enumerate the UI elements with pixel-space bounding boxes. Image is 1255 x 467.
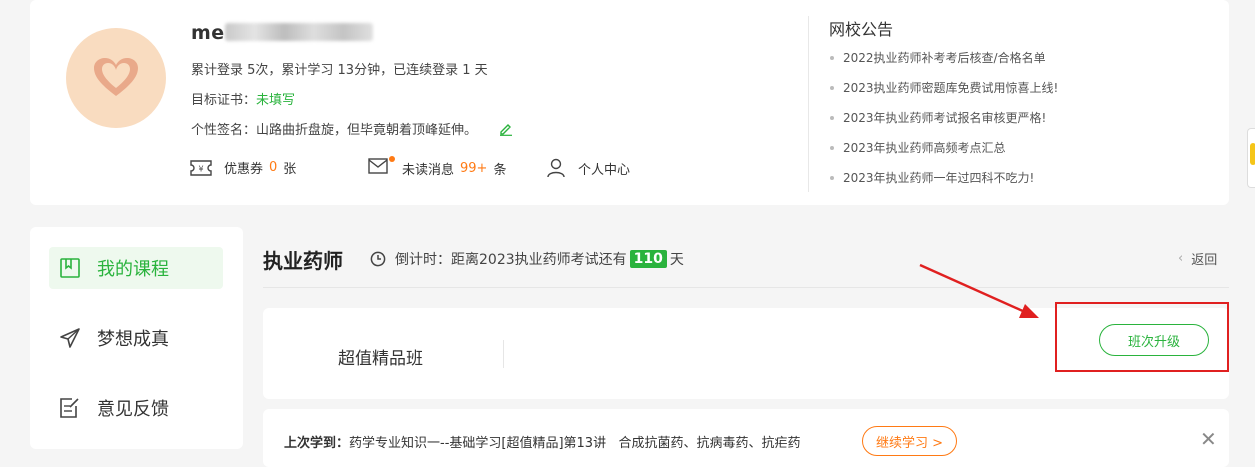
center-label: 个人中心 — [578, 162, 631, 178]
username-blurred — [224, 23, 373, 41]
signature: 个性签名：山路曲折盘旋，但毕竟朝着顶峰延伸。 — [191, 119, 513, 138]
clock-icon — [370, 251, 386, 267]
coupon-unit: 张 — [283, 162, 297, 177]
paper-plane-icon — [60, 328, 80, 348]
side-float-widget[interactable] — [1247, 128, 1255, 188]
msg-unit: 条 — [493, 162, 507, 178]
annotation-highlight-box — [1055, 302, 1229, 372]
username: me — [191, 22, 373, 44]
last-study-card: 上次学到：药学专业知识一--基础学习[超值精品]第13讲 合成抗菌药、抗病毒药、… — [263, 409, 1229, 467]
last-study-lesson: 药学专业知识一--基础学习[超值精品]第13讲 合成抗菌药、抗病毒药、抗疟药 — [349, 436, 801, 451]
msg-label: 未读消息 — [402, 162, 455, 178]
float-widget-icon — [1250, 143, 1255, 165]
notice-item[interactable]: 2023年执业药师一年过四科不吃力! — [829, 168, 1058, 198]
last-study-text: 上次学到：药学专业知识一--基础学习[超值精品]第13讲 合成抗菌药、抗病毒药、… — [284, 432, 800, 451]
coupon-link[interactable]: ¥ 优惠券 0 张 — [190, 158, 296, 177]
personal-center-link[interactable]: 个人中心 — [546, 158, 630, 178]
coupon-label: 优惠券 — [224, 162, 264, 177]
continue-study-button[interactable]: 继续学习 > — [862, 426, 957, 456]
notice-item[interactable]: 2022执业药师补考考后核查/合格名单 — [829, 48, 1058, 78]
sidebar: 我的课程 梦想成真 意见反馈 — [30, 227, 243, 449]
countdown: 倒计时：距离2023执业药师考试还有 110 天 — [370, 249, 684, 269]
cert-value[interactable]: 未填写 — [256, 93, 295, 108]
sidebar-item-label: 梦想成真 — [97, 329, 169, 350]
sign-value: 山路曲折盘旋，但毕竟朝着顶峰延伸。 — [256, 123, 478, 138]
class-name[interactable]: 超值精品班 — [338, 344, 423, 369]
sidebar-item-my-courses[interactable]: 我的课程 — [49, 247, 223, 289]
login-stats: 累计登录 5次，累计学习 13分钟，已连续登录 1 天 — [191, 63, 488, 78]
svg-text:¥: ¥ — [198, 164, 203, 173]
close-icon[interactable]: ✕ — [1200, 429, 1217, 449]
msg-count: 99+ — [460, 160, 488, 176]
cert-label: 目标证书： — [191, 93, 257, 108]
user-icon — [547, 158, 565, 178]
sidebar-item-feedback[interactable]: 意见反馈 — [49, 387, 223, 429]
unread-dot — [389, 156, 395, 162]
header-divider — [263, 287, 1229, 288]
sign-label: 个性签名： — [191, 123, 257, 138]
notice-item[interactable]: 2023年执业药师高频考点汇总 — [829, 138, 1058, 168]
coupon-count: 0 — [269, 160, 278, 175]
notice-list: 2022执业药师补考考后核查/合格名单 2023执业药师密题库免费试用惊喜上线!… — [829, 48, 1058, 198]
countdown-suffix: 天 — [669, 252, 684, 268]
class-separator — [503, 340, 504, 368]
countdown-prefix: 倒计时：距离2023执业药师考试还有 — [395, 252, 627, 268]
coupon-icon: ¥ — [190, 159, 212, 176]
chevron-left-icon: ‹ — [1178, 251, 1184, 266]
notice-title: 网校公告 — [829, 20, 894, 39]
sidebar-item-label: 意见反馈 — [97, 399, 169, 420]
sidebar-item-label: 我的课程 — [97, 259, 169, 280]
mail-icon — [368, 158, 388, 174]
mail-icon-wrap — [368, 156, 395, 178]
last-study-label: 上次学到： — [284, 436, 350, 451]
divider — [808, 16, 809, 192]
feedback-icon — [60, 398, 79, 418]
unread-messages-link[interactable]: 未读消息 99+ 条 — [368, 156, 507, 178]
avatar[interactable] — [66, 28, 166, 128]
profile-card: me 累计登录 5次，累计学习 13分钟，已连续登录 1 天 目标证书：未填写 … — [30, 0, 1229, 205]
course-title: 执业药师 — [263, 249, 343, 273]
target-cert: 目标证书：未填写 — [191, 89, 295, 108]
notice-item[interactable]: 2023年执业药师考试报名审核更严格! — [829, 108, 1058, 138]
username-prefix: me — [191, 22, 225, 44]
sidebar-item-dream[interactable]: 梦想成真 — [49, 317, 223, 359]
countdown-days: 110 — [629, 250, 667, 268]
back-link[interactable]: ‹ 返回 — [1178, 249, 1217, 268]
heart-hands-image — [94, 58, 138, 96]
annotation-arrow — [919, 263, 1039, 318]
back-label: 返回 — [1191, 253, 1218, 268]
edit-icon[interactable] — [499, 122, 513, 136]
book-icon — [60, 258, 80, 278]
notice-item[interactable]: 2023执业药师密题库免费试用惊喜上线! — [829, 78, 1058, 108]
